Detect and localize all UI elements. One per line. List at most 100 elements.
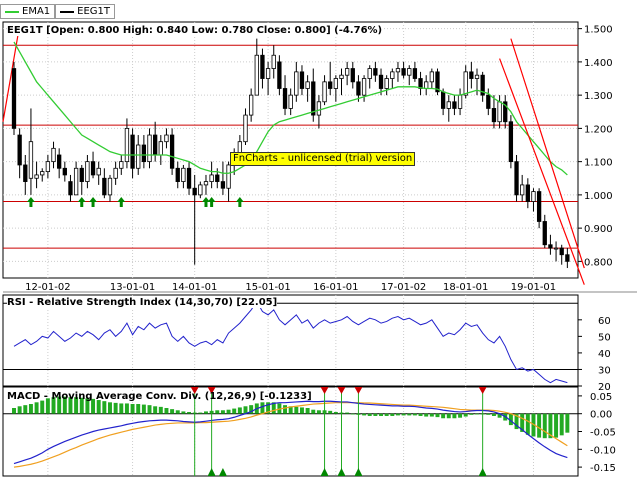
macd-histogram-bar [34, 402, 39, 414]
candle-body [367, 68, 372, 79]
macd-histogram-bar [525, 413, 530, 435]
x-tick-label-5: 17-01-02 [381, 282, 426, 293]
candle-body [62, 167, 67, 176]
candle-body [282, 88, 288, 109]
candle-body [198, 184, 203, 196]
macd-histogram-bar [170, 409, 175, 414]
candle-body [424, 81, 429, 89]
price-y-tick-label-7: 0.800 [584, 257, 613, 268]
candle-body [486, 94, 491, 109]
candle-body [311, 81, 316, 116]
macd-histogram-bar [153, 406, 158, 414]
candle-body [344, 68, 350, 76]
macd-histogram-bar [164, 408, 169, 414]
macd-histogram-bar [362, 413, 367, 416]
macd-histogram-bar [542, 413, 547, 439]
x-tick-label-2: 14-01-01 [172, 282, 217, 293]
price-y-tick-label-6: 0.900 [584, 224, 613, 235]
macd-histogram-bar [418, 413, 423, 416]
macd-histogram-bar [175, 410, 180, 414]
macd-histogram-bar [424, 413, 429, 417]
candle-body [277, 61, 282, 89]
candle-body [565, 254, 570, 262]
candle-body [553, 247, 559, 250]
candle-body [457, 94, 463, 109]
candle-body [11, 68, 17, 129]
macd-y-tick-label-0: 0.05 [590, 392, 612, 403]
candle-body [164, 134, 169, 143]
candle-body [51, 147, 56, 163]
macd-histogram-bar [305, 408, 310, 414]
candle-body [384, 78, 389, 89]
candle-body [73, 167, 79, 196]
macd-histogram-bar [28, 404, 33, 414]
candle-body [322, 81, 327, 103]
rsi-y-tick-label-1: 50 [598, 332, 611, 343]
candle-body [147, 134, 152, 163]
macd-histogram-bar [345, 412, 350, 414]
candle-body [136, 144, 141, 169]
legend-item-series[interactable]: EEG1T [55, 4, 116, 19]
x-tick-label-0: 12-01-02 [25, 282, 70, 293]
candle-body [452, 101, 457, 109]
macd-histogram-bar [316, 410, 321, 414]
candle-body [260, 54, 265, 79]
macd-histogram-bar [187, 411, 192, 414]
macd-histogram-bar [23, 405, 28, 414]
macd-histogram-bar [96, 400, 101, 414]
macd-histogram-bar [373, 413, 378, 416]
macd-histogram-bar [124, 403, 129, 414]
candle-body [192, 187, 197, 196]
candle-body [175, 167, 180, 182]
candle-body [305, 81, 310, 89]
macd-histogram-bar [147, 405, 152, 414]
candle-body [378, 74, 384, 89]
candle-body [158, 141, 163, 156]
macd-histogram-bar [226, 409, 231, 414]
macd-histogram-bar [441, 413, 446, 419]
macd-histogram-bar [113, 402, 118, 414]
macd-histogram-bar [215, 410, 220, 414]
candle-body [339, 74, 344, 79]
price-y-tick-label-3: 1.200 [584, 124, 613, 135]
candle-body [548, 244, 553, 249]
rsi-y-tick-label-3: 30 [598, 365, 611, 376]
candle-body [34, 174, 39, 179]
x-tick-label-1: 13-01-01 [110, 282, 155, 293]
candle-body [328, 81, 333, 89]
macd-histogram-bar [232, 408, 237, 414]
macd-histogram-bar [311, 409, 316, 414]
candle-body [361, 78, 367, 96]
macd-y-tick-label-1: 0.00 [590, 410, 612, 421]
candle-body [536, 191, 542, 222]
macd-histogram-bar [102, 401, 107, 414]
macd-histogram-bar [367, 413, 372, 416]
candle-body [119, 161, 124, 169]
candle-body [294, 71, 299, 96]
macd-histogram-bar [412, 413, 417, 416]
candle-body [68, 181, 73, 196]
candle-body [40, 171, 45, 176]
macd-histogram-bar [237, 407, 242, 414]
macd-histogram-bar [130, 404, 135, 414]
legend-item-ema[interactable]: EMA1 [0, 4, 56, 19]
candle-body [395, 68, 401, 73]
ema-swatch-icon [5, 10, 19, 13]
x-tick-label-6: 18-01-01 [443, 282, 488, 293]
candle-body [542, 221, 547, 246]
price-y-tick-label-0: 1.500 [584, 25, 613, 36]
macd-histogram-bar [491, 413, 496, 416]
candle-body [226, 164, 231, 189]
macd-histogram-bar [108, 402, 112, 414]
candle-body [356, 81, 361, 96]
macd-histogram-bar [220, 410, 225, 414]
macd-histogram-bar [119, 403, 124, 414]
candle-body [531, 191, 536, 202]
candle-body [390, 71, 395, 79]
candle-body [96, 167, 101, 176]
macd-histogram-bar [446, 413, 451, 419]
macd-histogram-bar [565, 413, 570, 433]
candle-body [469, 71, 474, 79]
legend-label-ema: EMA1 [22, 6, 51, 17]
candle-body [407, 68, 412, 76]
